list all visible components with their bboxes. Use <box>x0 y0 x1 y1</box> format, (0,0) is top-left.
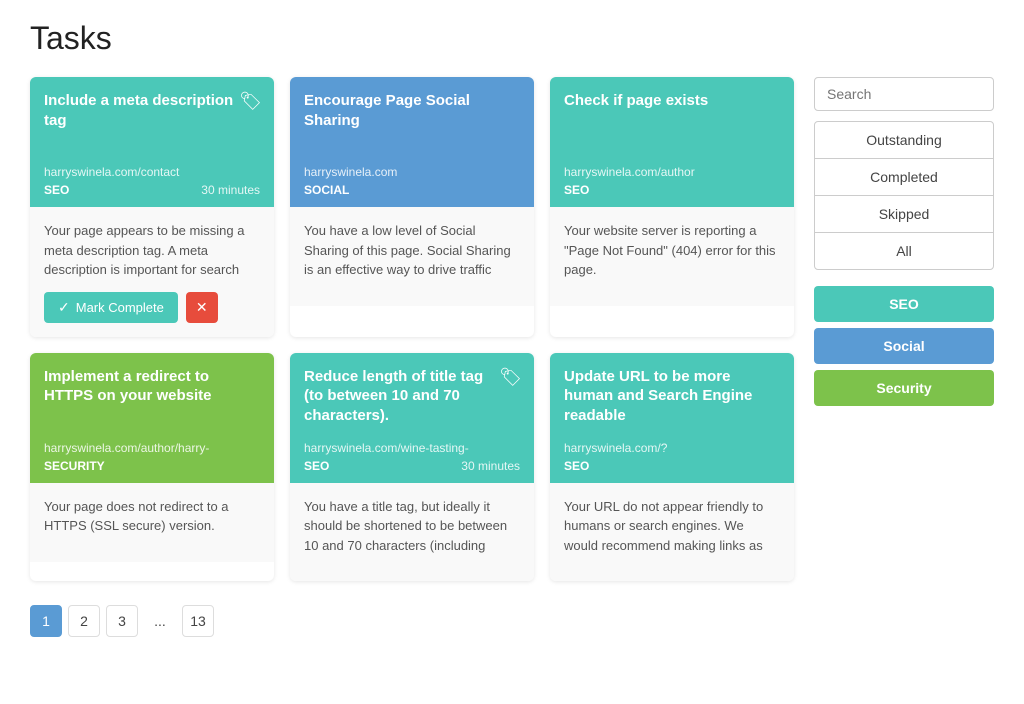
task-card: Include a meta description tag 🏷 harrysw… <box>30 77 274 337</box>
card-footer-row: SEO 30 minutes <box>44 183 260 197</box>
card-body: Your page appears to be missing a meta d… <box>30 207 274 337</box>
category-btn-security[interactable]: Security <box>814 370 994 406</box>
card-body: Your website server is reporting a "Page… <box>550 207 794 306</box>
filter-btn-outstanding[interactable]: Outstanding <box>814 121 994 159</box>
card-description: Your website server is reporting a "Page… <box>564 221 780 280</box>
card-footer-row: SECURITY <box>44 459 260 473</box>
card-footer-row: SOCIAL <box>304 183 520 197</box>
search-input[interactable] <box>814 77 994 111</box>
task-card: Check if page exists harryswinela.com/au… <box>550 77 794 337</box>
card-meta: harryswinela.com/author SEO <box>564 165 780 197</box>
task-card: Implement a redirect to HTTPS on your we… <box>30 353 274 582</box>
card-meta: harryswinela.com/author/harry- SECURITY <box>44 441 260 473</box>
card-header: Reduce length of title tag (to between 1… <box>290 353 534 483</box>
sidebar: OutstandingCompletedSkippedAll SEO Social… <box>814 77 994 637</box>
card-description: Your page does not redirect to a HTTPS (… <box>44 497 260 536</box>
card-category: SEO <box>564 183 589 197</box>
pagination-page-1[interactable]: 1 <box>30 605 62 637</box>
filter-btn-all[interactable]: All <box>814 232 994 270</box>
dismiss-icon: ✕ <box>196 299 208 315</box>
card-category: SEO <box>44 183 69 197</box>
card-actions: ✓ Mark Complete ✕ <box>44 292 260 323</box>
check-icon: ✓ <box>58 299 70 316</box>
task-card: Encourage Page Social Sharing harryswine… <box>290 77 534 337</box>
mark-complete-button[interactable]: ✓ Mark Complete <box>44 292 178 323</box>
card-url: harryswinela.com <box>304 165 520 179</box>
card-title: Update URL to be more human and Search E… <box>564 367 780 426</box>
pagination-page-2[interactable]: 2 <box>68 605 100 637</box>
card-url: harryswinela.com/author/harry- <box>44 441 260 455</box>
card-title: Implement a redirect to HTTPS on your we… <box>44 367 260 406</box>
filter-btn-completed[interactable]: Completed <box>814 158 994 196</box>
card-description: You have a title tag, but ideally it sho… <box>304 497 520 556</box>
task-card: Update URL to be more human and Search E… <box>550 353 794 582</box>
card-title: Encourage Page Social Sharing <box>304 91 520 130</box>
card-title: Reduce length of title tag (to between 1… <box>304 367 520 426</box>
card-description: You have a low level of Social Sharing o… <box>304 221 520 280</box>
card-header: Check if page exists harryswinela.com/au… <box>550 77 794 207</box>
card-description: Your URL do not appear friendly to human… <box>564 497 780 556</box>
card-meta: harryswinela.com/? SEO <box>564 441 780 473</box>
card-time: 30 minutes <box>201 183 260 197</box>
page-title: Tasks <box>30 20 994 57</box>
card-url: harryswinela.com/author <box>564 165 780 179</box>
tag-icon: 🏷 <box>499 367 522 388</box>
category-btn-seo[interactable]: SEO <box>814 286 994 322</box>
pagination: 123...13 <box>30 605 794 637</box>
tag-icon: 🏷 <box>239 91 262 112</box>
pagination-page-13[interactable]: 13 <box>182 605 214 637</box>
main-content: Include a meta description tag 🏷 harrysw… <box>30 77 794 637</box>
card-body: You have a low level of Social Sharing o… <box>290 207 534 306</box>
task-grid: Include a meta description tag 🏷 harrysw… <box>30 77 794 581</box>
dismiss-button[interactable]: ✕ <box>186 292 218 323</box>
task-card: Reduce length of title tag (to between 1… <box>290 353 534 582</box>
card-header: Encourage Page Social Sharing harryswine… <box>290 77 534 207</box>
card-body: You have a title tag, but ideally it sho… <box>290 483 534 582</box>
card-body: Your page does not redirect to a HTTPS (… <box>30 483 274 562</box>
card-title: Include a meta description tag <box>44 91 260 130</box>
card-url: harryswinela.com/wine-tasting- <box>304 441 520 455</box>
card-header: Include a meta description tag 🏷 harrysw… <box>30 77 274 207</box>
card-url: harryswinela.com/? <box>564 441 780 455</box>
card-time: 30 minutes <box>461 459 520 473</box>
filter-btn-skipped[interactable]: Skipped <box>814 195 994 233</box>
card-meta: harryswinela.com/wine-tasting- SEO 30 mi… <box>304 441 520 473</box>
card-footer-row: SEO <box>564 459 780 473</box>
pagination-ellipsis: ... <box>144 605 176 637</box>
mark-complete-label: Mark Complete <box>76 300 164 315</box>
card-category: SEO <box>304 459 329 473</box>
card-footer-row: SEO 30 minutes <box>304 459 520 473</box>
card-meta: harryswinela.com/contact SEO 30 minutes <box>44 165 260 197</box>
card-category: SECURITY <box>44 459 105 473</box>
card-header: Update URL to be more human and Search E… <box>550 353 794 483</box>
card-description: Your page appears to be missing a meta d… <box>44 221 260 280</box>
card-body: Your URL do not appear friendly to human… <box>550 483 794 582</box>
category-group: SEO Social Security <box>814 286 994 406</box>
card-category: SEO <box>564 459 589 473</box>
card-footer-row: SEO <box>564 183 780 197</box>
category-btn-social[interactable]: Social <box>814 328 994 364</box>
card-url: harryswinela.com/contact <box>44 165 260 179</box>
pagination-page-3[interactable]: 3 <box>106 605 138 637</box>
card-title: Check if page exists <box>564 91 780 111</box>
filter-group: OutstandingCompletedSkippedAll <box>814 121 994 270</box>
card-header: Implement a redirect to HTTPS on your we… <box>30 353 274 483</box>
card-meta: harryswinela.com SOCIAL <box>304 165 520 197</box>
card-category: SOCIAL <box>304 183 349 197</box>
